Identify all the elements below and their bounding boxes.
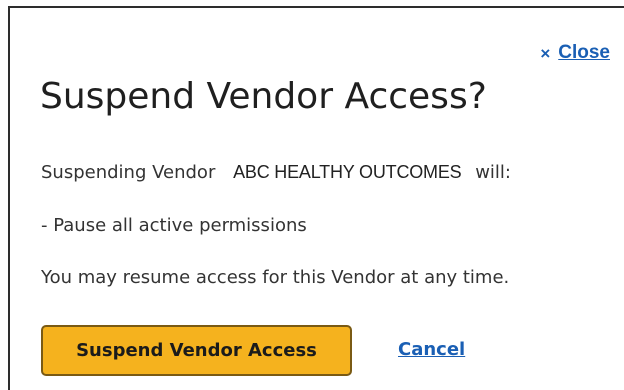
intro-prefix: Suspending Vendor	[41, 162, 216, 183]
intro-text: Suspending Vendor ABC HEALTHY OUTCOMES w…	[41, 162, 511, 183]
close-x-icon: ×	[540, 43, 551, 63]
suspend-vendor-access-button[interactable]: Suspend Vendor Access	[41, 325, 352, 376]
resume-note: You may resume access for this Vendor at…	[41, 267, 510, 288]
permission-bullet: - Pause all active permissions	[41, 215, 307, 236]
close-link[interactable]: × Close	[540, 42, 610, 64]
dialog-title: Suspend Vendor Access?	[40, 76, 487, 117]
close-label: Close	[558, 42, 610, 63]
suspend-vendor-dialog: × Close Suspend Vendor Access? Suspendin…	[8, 6, 624, 390]
intro-suffix: will:	[475, 162, 511, 183]
vendor-name: ABC HEALTHY OUTCOMES	[233, 162, 462, 182]
cancel-link[interactable]: Cancel	[398, 339, 465, 360]
